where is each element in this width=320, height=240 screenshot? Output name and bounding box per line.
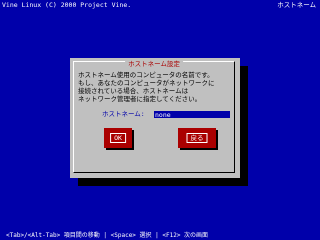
installer-screen: Vine Linux (C) 2000 Project Vine. ホストネーム… [0,0,320,240]
hostname-row: ホストネーム: [78,110,238,119]
help-bar: <Tab>/<Alt-Tab> 項目間の移動 | <Space> 選択 | <F… [6,232,209,239]
hostname-dialog: ホストネーム設定 ホストネーム使用のコンピュータの名前です。 もし、あなたのコン… [70,58,240,178]
hostname-label: ホストネーム: [102,110,145,118]
hostname-input[interactable] [154,111,230,118]
copyright-text: Vine Linux (C) 2000 Project Vine. [2,1,132,9]
back-button-label: 戻る [186,133,208,143]
top-status-bar: Vine Linux (C) 2000 Project Vine. ホストネーム [2,1,318,10]
screen-name: ホストネーム [277,1,316,9]
ok-button[interactable]: OK [104,128,132,148]
ok-button-label: OK [110,133,126,143]
back-button[interactable]: 戻る [178,128,216,148]
dialog-message: ホストネーム使用のコンピュータの名前です。 もし、あなたのコンピュータがネットワ… [78,71,215,103]
dialog-title: ホストネーム設定 [125,61,183,68]
